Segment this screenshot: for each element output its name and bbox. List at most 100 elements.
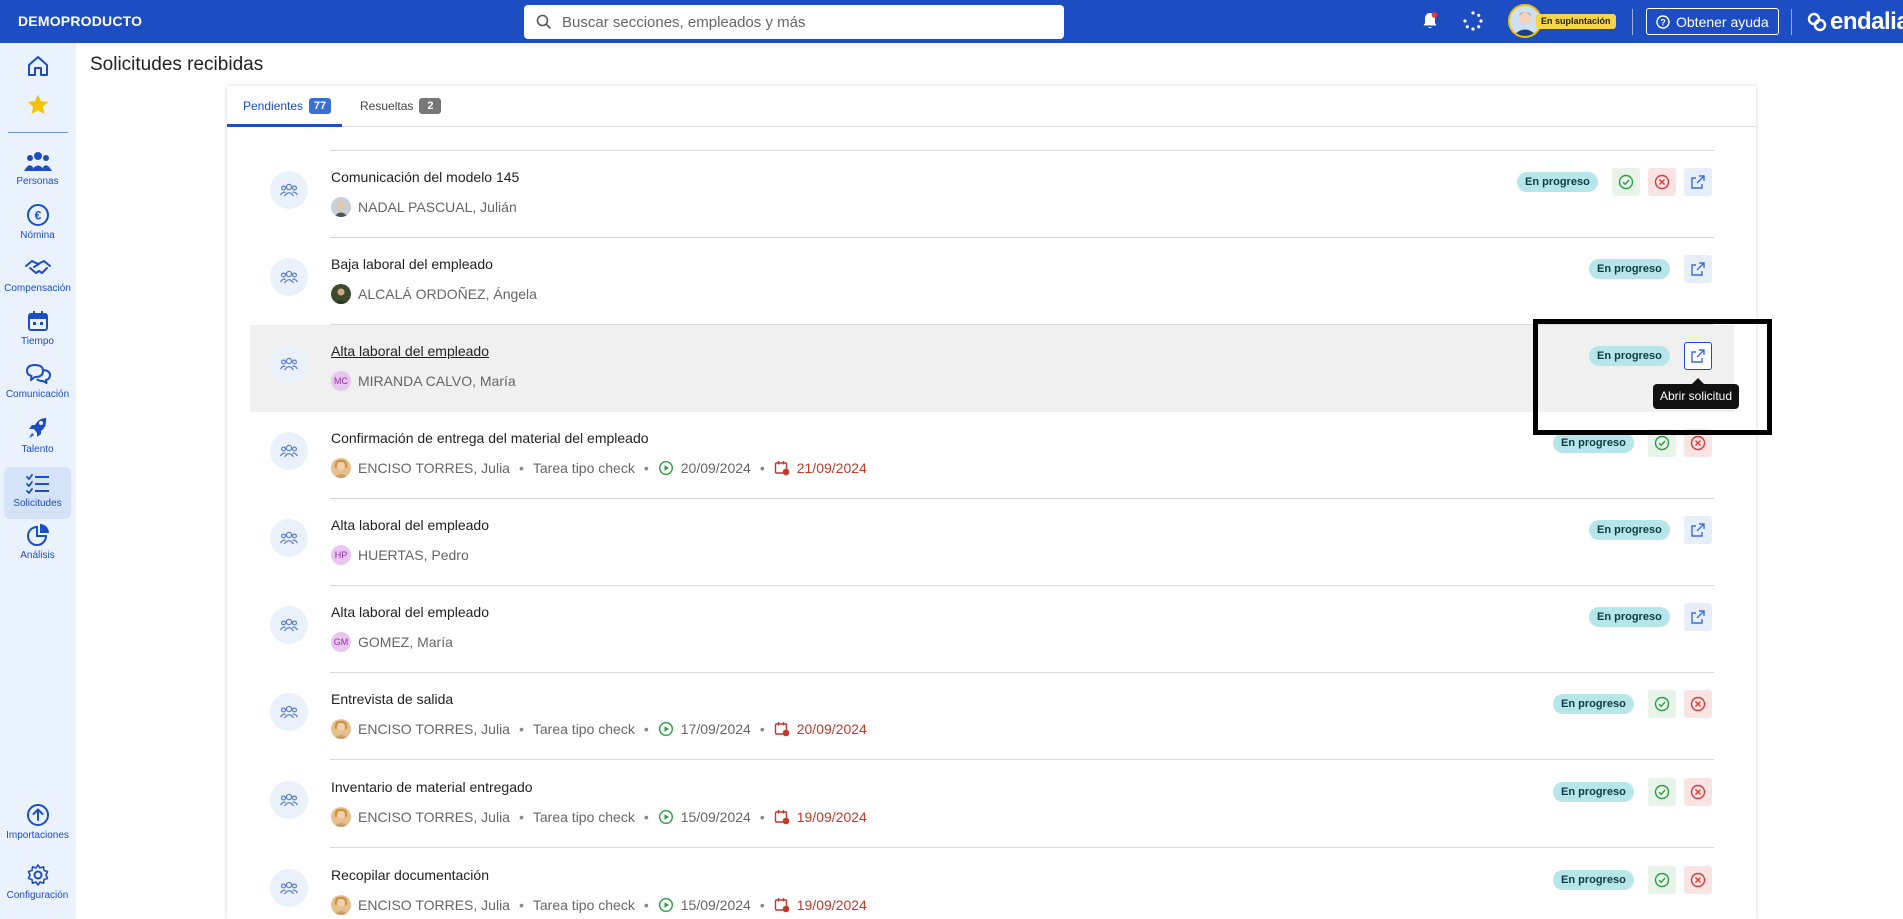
request-title[interactable]: Alta laboral del empleado: [331, 343, 489, 359]
external-link-icon: [1691, 262, 1705, 276]
list-item[interactable]: Inventario de material entregado ENCISO …: [227, 761, 1756, 848]
chat-icon: [25, 364, 51, 384]
request-title[interactable]: Inventario de material entregado: [331, 779, 533, 795]
help-button[interactable]: ? Obtener ayuda: [1646, 8, 1779, 35]
sidebar-item-tiempo[interactable]: Tiempo: [4, 309, 71, 347]
sidebar-item-talento[interactable]: Talento: [4, 415, 71, 455]
sidebar-item-personas[interactable]: Personas: [4, 149, 71, 187]
list-item[interactable]: Baja laboral del empleado ALCALÁ ORDOÑEZ…: [227, 238, 1756, 325]
list-item-hovered[interactable]: Alta laboral del empleado MC MIRANDA CAL…: [250, 325, 1734, 412]
people-icon: [280, 881, 298, 895]
sidebar-label: Tiempo: [21, 336, 54, 347]
reject-button[interactable]: [1684, 866, 1712, 894]
request-title[interactable]: Recopilar documentación: [331, 867, 489, 883]
endalia-logo[interactable]: endalia: [1806, 8, 1903, 36]
list-item[interactable]: Confirmación de entrega del material del…: [227, 412, 1756, 499]
row-divider: [330, 759, 1714, 760]
sidebar-item-configuracion[interactable]: Configuración: [4, 863, 71, 901]
request-type-icon: [270, 606, 308, 644]
open-request-button[interactable]: [1684, 255, 1712, 283]
logo-text: endalia: [1830, 8, 1903, 35]
sidebar-label: Talento: [21, 444, 54, 455]
reject-button[interactable]: [1648, 168, 1676, 196]
sidebar-item-nomina[interactable]: € Nómina: [4, 203, 71, 241]
check-circle-icon: [1654, 435, 1670, 451]
help-label: Obtener ayuda: [1676, 13, 1769, 30]
approve-button[interactable]: [1648, 690, 1676, 718]
external-link-icon: [1691, 523, 1705, 537]
approve-button[interactable]: [1648, 429, 1676, 457]
due-date: 19/09/2024: [796, 897, 867, 913]
request-title[interactable]: Entrevista de salida: [331, 691, 453, 707]
request-type-icon: [270, 345, 308, 383]
request-title[interactable]: Baja laboral del empleado: [331, 256, 493, 272]
open-request-button[interactable]: [1684, 603, 1712, 631]
tab-label: Resueltas: [360, 99, 414, 113]
list-item[interactable]: Alta laboral del empleado GM GOMEZ, Marí…: [227, 586, 1756, 673]
task-type: Tarea tipo check: [532, 721, 635, 737]
reject-button[interactable]: [1684, 690, 1712, 718]
sidebar-item-favorites[interactable]: [4, 92, 71, 118]
help-icon: ?: [1656, 14, 1670, 29]
approve-button[interactable]: [1612, 168, 1640, 196]
notifications-bell-icon[interactable]: [1419, 10, 1441, 32]
request-title[interactable]: Comunicación del modelo 145: [331, 169, 519, 185]
search-input[interactable]: [562, 13, 1042, 31]
tab-label: Pendientes: [243, 99, 304, 113]
request-title[interactable]: Alta laboral del empleado: [331, 517, 489, 533]
request-meta: MC MIRANDA CALVO, María: [331, 371, 516, 391]
due-date: 19/09/2024: [796, 809, 867, 825]
sidebar-label: Solicitudes: [13, 498, 62, 509]
employee-name: ENCISO TORRES, Julia: [358, 809, 510, 825]
check-circle-icon: [1654, 696, 1670, 712]
list-item[interactable]: Entrevista de salida ENCISO TORRES, Juli…: [227, 673, 1756, 760]
start-date: 15/09/2024: [680, 809, 751, 825]
employee-initials-avatar: GM: [331, 632, 351, 652]
approve-button[interactable]: [1648, 778, 1676, 806]
check-circle-icon: [1654, 784, 1670, 800]
close-circle-icon: [1654, 174, 1670, 190]
euro-icon: €: [26, 204, 49, 226]
company-name[interactable]: DEMOPRODUCTO: [18, 13, 142, 29]
close-circle-icon: [1690, 696, 1706, 712]
tab-resueltas[interactable]: Resueltas 2: [360, 98, 442, 114]
people-icon: [280, 531, 298, 545]
impersonation-badge: En suplantación: [1536, 14, 1616, 29]
search-box[interactable]: [524, 5, 1064, 39]
list-item[interactable]: Alta laboral del empleado HP HUERTAS, Pe…: [227, 499, 1756, 586]
request-meta: ENCISO TORRES, Julia • Tarea tipo check …: [331, 458, 867, 478]
open-request-tooltip: Abrir solicitud: [1653, 384, 1740, 409]
request-title[interactable]: Alta laboral del empleado: [331, 604, 489, 620]
page-title: Solicitudes recibidas: [90, 54, 264, 75]
open-request-button[interactable]: [1684, 342, 1712, 370]
sidebar-item-home[interactable]: [4, 53, 71, 79]
reject-button[interactable]: [1684, 429, 1712, 457]
external-link-icon: [1691, 175, 1705, 189]
employee-initials-avatar: HP: [331, 545, 351, 565]
request-type-icon: [270, 869, 308, 907]
people-icon: [23, 152, 52, 171]
sidebar-item-solicitudes[interactable]: Solicitudes: [4, 467, 71, 519]
task-type: Tarea tipo check: [532, 809, 635, 825]
play-circle-icon: [658, 721, 673, 737]
reject-button[interactable]: [1684, 778, 1712, 806]
employee-avatar: [331, 197, 351, 217]
employee-name: NADAL PASCUAL, Julián: [358, 199, 517, 215]
approve-button[interactable]: [1648, 866, 1676, 894]
request-meta: ENCISO TORRES, Julia • Tarea tipo check …: [331, 807, 867, 827]
svg-text:€: €: [34, 209, 41, 223]
list-item[interactable]: Comunicación del modelo 145 NADAL PASCUA…: [227, 151, 1756, 238]
sidebar-item-analisis[interactable]: Análisis: [4, 523, 71, 561]
sidebar-item-importaciones[interactable]: Importaciones: [4, 803, 71, 841]
sidebar-item-compensacion[interactable]: Compensación: [4, 256, 71, 294]
list-item[interactable]: Recopilar documentación ENCISO TORRES, J…: [227, 849, 1756, 919]
due-date: 21/09/2024: [796, 460, 867, 476]
tab-pendientes[interactable]: Pendientes 77: [243, 98, 332, 114]
sidebar-item-comunicacion[interactable]: Comunicación: [4, 362, 71, 400]
employee-avatar: [331, 458, 351, 478]
play-circle-icon: [658, 460, 673, 476]
open-request-button[interactable]: [1684, 516, 1712, 544]
open-request-button[interactable]: [1684, 168, 1712, 196]
request-title[interactable]: Confirmación de entrega del material del…: [331, 430, 649, 446]
status-badge: En progreso: [1589, 259, 1670, 279]
